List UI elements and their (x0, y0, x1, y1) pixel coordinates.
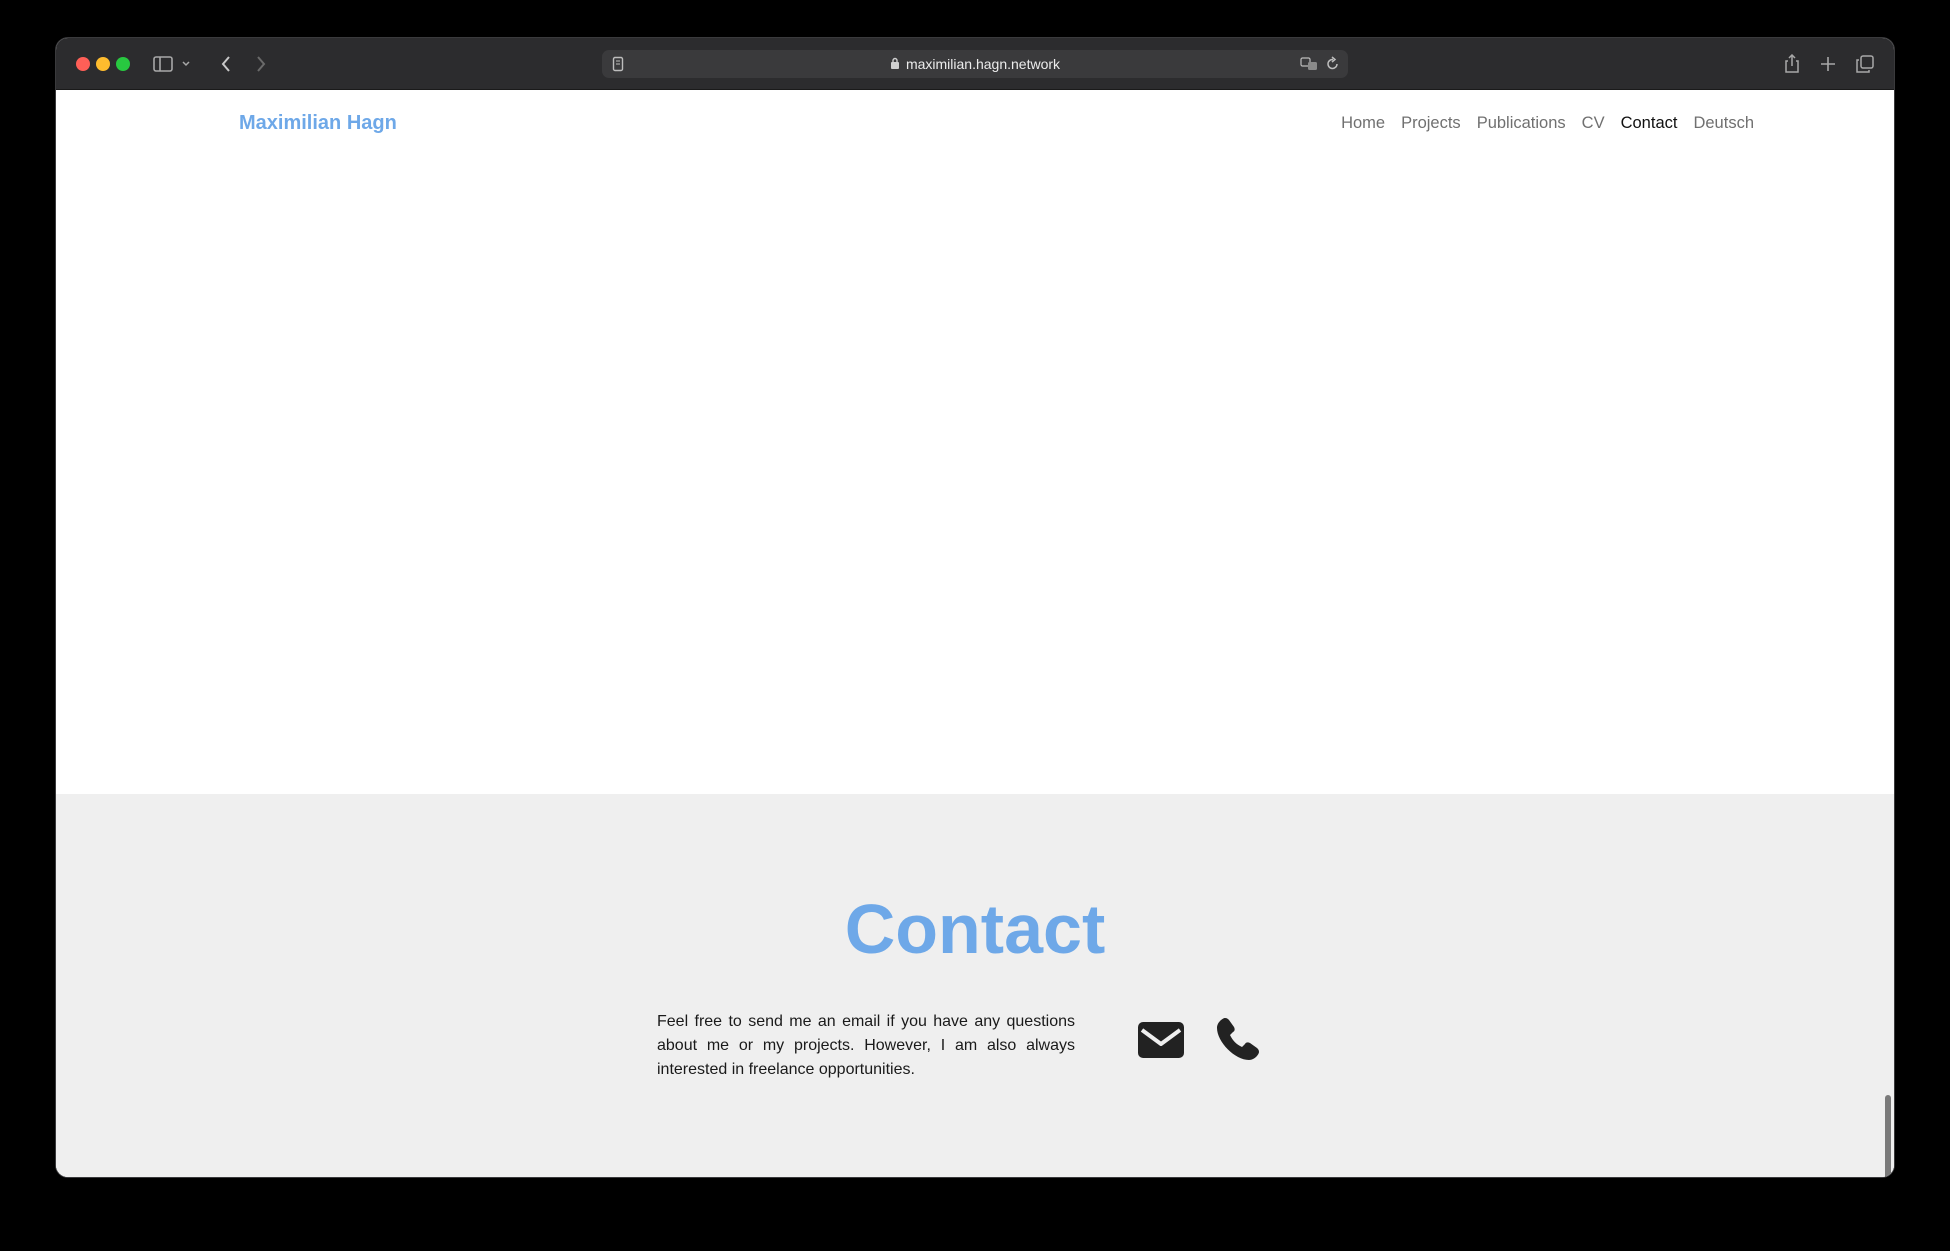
nav-link-deutsch[interactable]: Deutsch (1693, 114, 1754, 133)
contact-section: Contact Feel free to send me an email if… (56, 794, 1894, 1177)
share-icon[interactable] (1782, 52, 1802, 76)
chevron-down-icon[interactable] (180, 52, 192, 76)
main-nav: Home Projects Publications CV Contact De… (1341, 114, 1754, 133)
tab-overview-icon[interactable] (1854, 52, 1876, 76)
forward-icon[interactable] (251, 52, 271, 76)
contact-heading: Contact (844, 890, 1106, 968)
reload-icon[interactable] (1326, 56, 1340, 77)
maximize-window-button[interactable] (116, 57, 130, 71)
phone-icon[interactable] (1215, 1016, 1261, 1067)
sidebar-icon[interactable] (152, 52, 174, 76)
lock-icon (890, 56, 900, 72)
nav-link-cv[interactable]: CV (1582, 114, 1605, 133)
nav-link-projects[interactable]: Projects (1401, 114, 1461, 133)
site-navbar: Maximilian Hagn Home Projects Publicatio… (56, 90, 1894, 166)
new-tab-icon[interactable] (1818, 52, 1838, 76)
close-window-button[interactable] (76, 57, 90, 71)
nav-link-contact[interactable]: Contact (1621, 114, 1678, 133)
nav-link-publications[interactable]: Publications (1477, 114, 1566, 133)
browser-window: maximilian.hagn.network Maximilian Hagn … (56, 38, 1894, 1177)
translate-icon[interactable] (1300, 56, 1318, 77)
nav-link-home[interactable]: Home (1341, 114, 1385, 133)
contact-description: Feel free to send me an email if you hav… (657, 1013, 1075, 1078)
web-page: Maximilian Hagn Home Projects Publicatio… (56, 90, 1894, 1177)
site-brand-link[interactable]: Maximilian Hagn (239, 112, 397, 135)
envelope-icon[interactable] (1138, 1022, 1184, 1063)
browser-toolbar: maximilian.hagn.network (56, 38, 1894, 90)
address-bar[interactable]: maximilian.hagn.network (602, 50, 1348, 78)
reader-icon[interactable] (612, 56, 624, 77)
page-scrollbar[interactable] (1885, 1095, 1891, 1177)
url-text: maximilian.hagn.network (905, 56, 1061, 72)
back-icon[interactable] (216, 52, 236, 76)
minimize-window-button[interactable] (96, 57, 110, 71)
